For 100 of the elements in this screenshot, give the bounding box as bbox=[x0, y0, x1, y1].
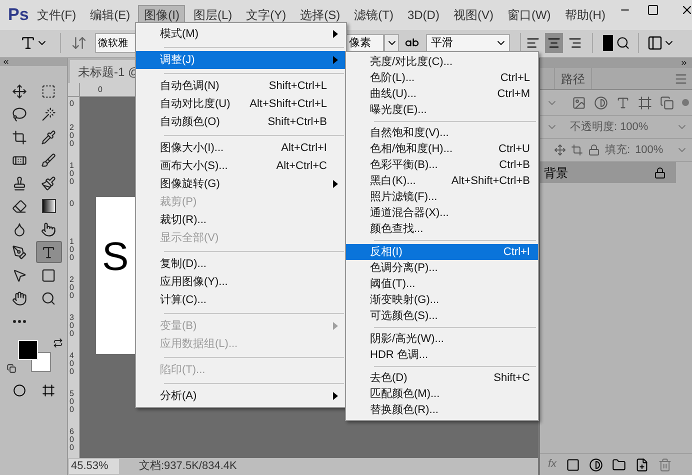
align-icon bbox=[526, 36, 540, 50]
ruler-label: 100 bbox=[70, 162, 75, 186]
submenu-arrow-icon bbox=[333, 30, 338, 38]
ruler-label: 400 bbox=[70, 352, 75, 376]
menu-item[interactable]: 曝光度(E)... bbox=[346, 102, 538, 118]
shortcut-text: Alt+Ctrl+I bbox=[280, 140, 327, 156]
menu-item[interactable]: 通道混合器(X)... bbox=[346, 205, 538, 221]
menu-bar-item[interactable]: 帮助(H) bbox=[558, 5, 612, 25]
mask-icon bbox=[566, 458, 580, 472]
move-icon bbox=[12, 84, 26, 98]
filter-toggle[interactable] bbox=[682, 99, 689, 106]
ruler-label: 0 bbox=[98, 84, 102, 96]
menu-item[interactable]: 自动对比度(U) Alt+Shift+Ctrl+L bbox=[136, 95, 346, 113]
menu-item[interactable]: 应用图像(Y)... bbox=[136, 273, 346, 291]
menu-bar-item[interactable]: 文字(Y) bbox=[240, 5, 292, 25]
menu-item[interactable]: 色调分离(P)... bbox=[346, 260, 538, 276]
eraser-icon bbox=[12, 198, 26, 214]
menu-bar-item[interactable]: 滤镜(T) bbox=[348, 5, 400, 25]
crop-icon bbox=[12, 130, 26, 144]
dropdown-button[interactable] bbox=[384, 34, 399, 52]
app-logo: Ps bbox=[7, 4, 29, 26]
menu-item[interactable]: 画布大小(S)... Alt+Ctrl+C bbox=[136, 157, 346, 175]
menu-item[interactable]: 匹配颜色(M)... bbox=[346, 386, 538, 402]
gradient-icon bbox=[42, 199, 56, 213]
menu-item[interactable]: 色相/饱和度(H)... Ctrl+U bbox=[346, 141, 538, 157]
menu-item[interactable]: 反相(I) Ctrl+I bbox=[346, 244, 538, 260]
opacity-label: 不透明度: bbox=[570, 120, 618, 135]
lock-icon bbox=[588, 144, 600, 156]
fill-field[interactable]: 100% bbox=[635, 142, 664, 158]
menu-item[interactable]: 黑白(K)... Alt+Shift+Ctrl+B bbox=[346, 173, 538, 189]
paintbrush-icon bbox=[41, 176, 56, 190]
menu-item[interactable]: 色彩平衡(B)... Ctrl+B bbox=[346, 157, 538, 173]
menu-item[interactable]: 阴影/高光(W)... bbox=[346, 331, 538, 347]
half-circle-icon bbox=[588, 458, 603, 472]
menu-bar-item[interactable]: 图层(L) bbox=[187, 5, 238, 25]
menu-item[interactable]: 阈值(T)... bbox=[346, 276, 538, 292]
stamp-icon bbox=[12, 176, 26, 190]
menu-item[interactable]: 照片滤镜(F)... bbox=[346, 189, 538, 205]
menu-item[interactable]: 调整(J) bbox=[136, 51, 346, 69]
menu-item[interactable]: 渐变映射(G)... bbox=[346, 292, 538, 308]
align-icon bbox=[568, 36, 582, 50]
size-unit-field[interactable]: 像素 bbox=[346, 34, 384, 52]
shortcut-text: Ctrl+I bbox=[502, 244, 530, 260]
brush-icon bbox=[41, 152, 56, 168]
submenu-arrow-icon bbox=[333, 180, 338, 188]
type-icon bbox=[41, 244, 56, 260]
menu-item[interactable]: 图像大小(I)... Alt+Ctrl+I bbox=[136, 139, 346, 157]
menu-bar-item[interactable]: 窗口(W) bbox=[501, 5, 557, 25]
align-button[interactable] bbox=[545, 33, 563, 53]
smart-object-icon bbox=[660, 96, 674, 110]
ruler-label: 200 bbox=[70, 276, 75, 300]
menu-icon bbox=[674, 72, 688, 86]
finger-icon bbox=[41, 222, 56, 236]
type-icon bbox=[20, 35, 36, 51]
menu-item[interactable]: 可选颜色(S)... bbox=[346, 308, 538, 324]
zoom-field[interactable]: 45.53% bbox=[69, 459, 119, 474]
shortcut-text: Ctrl+U bbox=[498, 142, 530, 157]
menu-item[interactable]: 图像旋转(G) bbox=[136, 175, 346, 193]
shortcut-text: Ctrl+L bbox=[499, 70, 530, 86]
antialias-dropdown[interactable]: 平滑 bbox=[426, 34, 510, 52]
text-color-swatch[interactable] bbox=[603, 35, 613, 51]
canvas-text: S bbox=[102, 235, 129, 279]
menu-item[interactable]: 复制(D)... bbox=[136, 255, 346, 273]
document-size-text: 文档:937.5K/834.4K bbox=[139, 458, 237, 474]
lock-icon bbox=[654, 166, 666, 178]
menu-bar-item[interactable]: 编辑(E) bbox=[84, 5, 136, 25]
submenu-arrow-icon bbox=[333, 392, 338, 400]
layer-row[interactable]: 背景 bbox=[540, 162, 676, 183]
menu-item[interactable]: 亮度/对比度(C)... bbox=[346, 54, 538, 70]
menu-item[interactable]: 自动颜色(O) Shift+Ctrl+B bbox=[136, 113, 346, 131]
collapse-icon bbox=[2, 58, 10, 66]
shortcut-text: Shift+Ctrl+B bbox=[266, 114, 327, 130]
color-swatches-drawing[interactable] bbox=[18, 340, 51, 372]
menu-bar-item[interactable]: 选择(S) bbox=[294, 5, 346, 25]
menu-item[interactable]: 裁切(R)... bbox=[136, 211, 346, 229]
menu-item[interactable]: 去色(D) Shift+C bbox=[346, 370, 538, 386]
trash-icon bbox=[658, 458, 672, 472]
menu-item[interactable]: 替换颜色(R)... bbox=[346, 402, 538, 418]
rectangle-icon bbox=[41, 268, 56, 282]
menu-item[interactable]: 颜色查找... bbox=[346, 221, 538, 237]
shortcut-text: Ctrl+B bbox=[498, 158, 530, 173]
opacity-field[interactable]: 100% bbox=[620, 118, 648, 136]
menu-item[interactable]: HDR 色调... bbox=[346, 347, 538, 363]
ruler-label: 300 bbox=[70, 314, 75, 338]
ruler-label: 0 bbox=[70, 200, 75, 208]
menu-bar-item[interactable]: 视图(V) bbox=[447, 5, 500, 25]
menu-item[interactable]: 分析(A) bbox=[136, 387, 346, 405]
menu-item[interactable]: 曲线(U)... Ctrl+M bbox=[346, 86, 538, 102]
ellipsis-icon bbox=[12, 320, 26, 322]
menu-bar-item[interactable]: 3D(D) bbox=[401, 5, 446, 25]
tool-button[interactable] bbox=[36, 241, 62, 263]
menu-item[interactable]: 自然饱和度(V)... bbox=[346, 125, 538, 141]
quick-mask-button[interactable] bbox=[12, 384, 27, 397]
lasso-icon bbox=[12, 106, 26, 122]
shortcut-text: Shift+Ctrl+L bbox=[268, 78, 327, 94]
menu-item[interactable]: 计算(C)... bbox=[136, 291, 346, 309]
menu-bar-item[interactable]: 文件(F) bbox=[30, 5, 82, 25]
image-icon bbox=[572, 96, 586, 110]
menu-item[interactable]: 色阶(L)... Ctrl+L bbox=[346, 70, 538, 86]
shortcut-text: Alt+Shift+Ctrl+L bbox=[248, 96, 327, 112]
